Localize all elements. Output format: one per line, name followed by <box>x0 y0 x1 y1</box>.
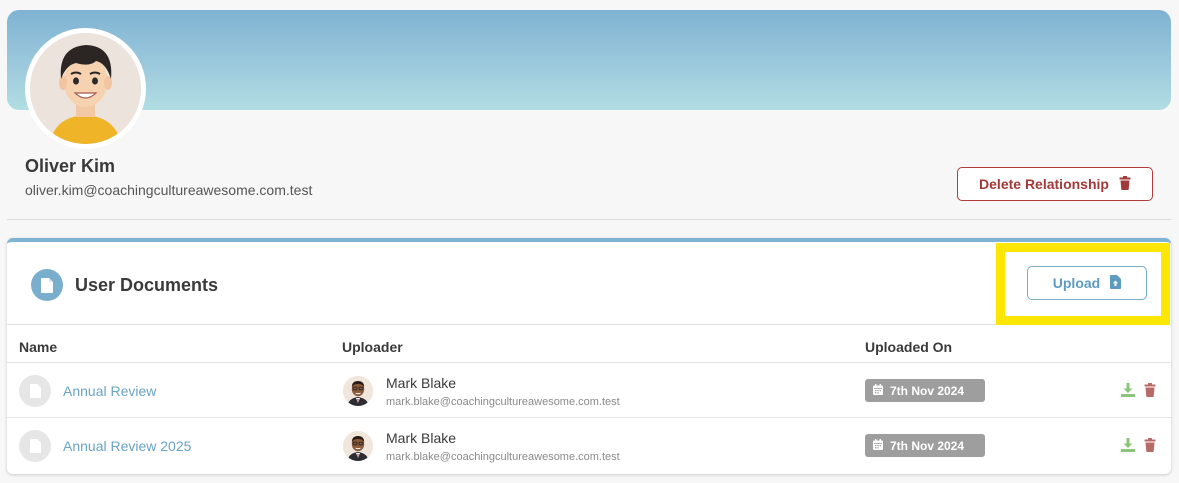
profile-banner <box>7 10 1171 110</box>
section-divider <box>7 219 1171 220</box>
file-upload-icon <box>1110 274 1122 292</box>
calendar-icon <box>873 438 883 453</box>
profile-avatar <box>25 28 146 149</box>
trash-icon <box>1119 175 1131 193</box>
column-header-uploaded-on: Uploaded On <box>865 339 953 355</box>
card-title: User Documents <box>75 275 219 295</box>
uploader-email: mark.blake@coachingcultureawesome.com.te… <box>386 451 620 463</box>
trash-icon[interactable] <box>1144 438 1156 457</box>
upload-label: Upload <box>1052 275 1101 291</box>
profile-email: oliver.kim@coachingcultureawesome.com.te… <box>25 182 313 198</box>
user-documents-card: User Documents Upload Name Uploader Uplo… <box>7 238 1171 474</box>
uploader-avatar <box>343 431 373 461</box>
download-icon[interactable] <box>1121 438 1135 457</box>
download-icon[interactable] <box>1121 383 1135 402</box>
uploader-name: Mark Blake <box>386 375 457 391</box>
avatar-illustration <box>30 33 141 144</box>
uploader-name: Mark Blake <box>386 430 457 446</box>
file-name-link[interactable]: Annual Review <box>63 383 156 399</box>
table-row: Annual Review 2025 Mark Blake mark.blake… <box>7 418 1171 473</box>
uploaded-date: 7th Nov 2024 <box>890 383 965 398</box>
delete-relationship-button[interactable]: Delete Relationship <box>957 167 1153 201</box>
file-icon <box>19 375 51 407</box>
uploader-avatar <box>343 376 373 406</box>
profile-name: Oliver Kim <box>25 156 116 176</box>
column-header-name: Name <box>19 339 58 355</box>
uploaded-date: 7th Nov 2024 <box>890 438 965 453</box>
profile-page: Oliver Kim oliver.kim@coachingcultureawe… <box>0 0 1179 483</box>
file-name-link[interactable]: Annual Review 2025 <box>63 438 191 454</box>
upload-button[interactable]: Upload <box>1027 266 1147 300</box>
uploader-email: mark.blake@coachingcultureawesome.com.te… <box>386 396 620 408</box>
uploaded-date-badge: 7th Nov 2024 <box>865 434 985 457</box>
calendar-icon <box>873 383 883 398</box>
file-icon <box>19 430 51 462</box>
card-header: User Documents Upload <box>7 242 1171 325</box>
delete-relationship-label: Delete Relationship <box>979 176 1109 192</box>
uploaded-date-badge: 7th Nov 2024 <box>865 379 985 402</box>
table-row: Annual Review Mark Blake mark.blake@coac… <box>7 363 1171 418</box>
column-header-uploader: Uploader <box>342 339 403 355</box>
trash-icon[interactable] <box>1144 383 1156 402</box>
document-icon <box>31 269 63 301</box>
